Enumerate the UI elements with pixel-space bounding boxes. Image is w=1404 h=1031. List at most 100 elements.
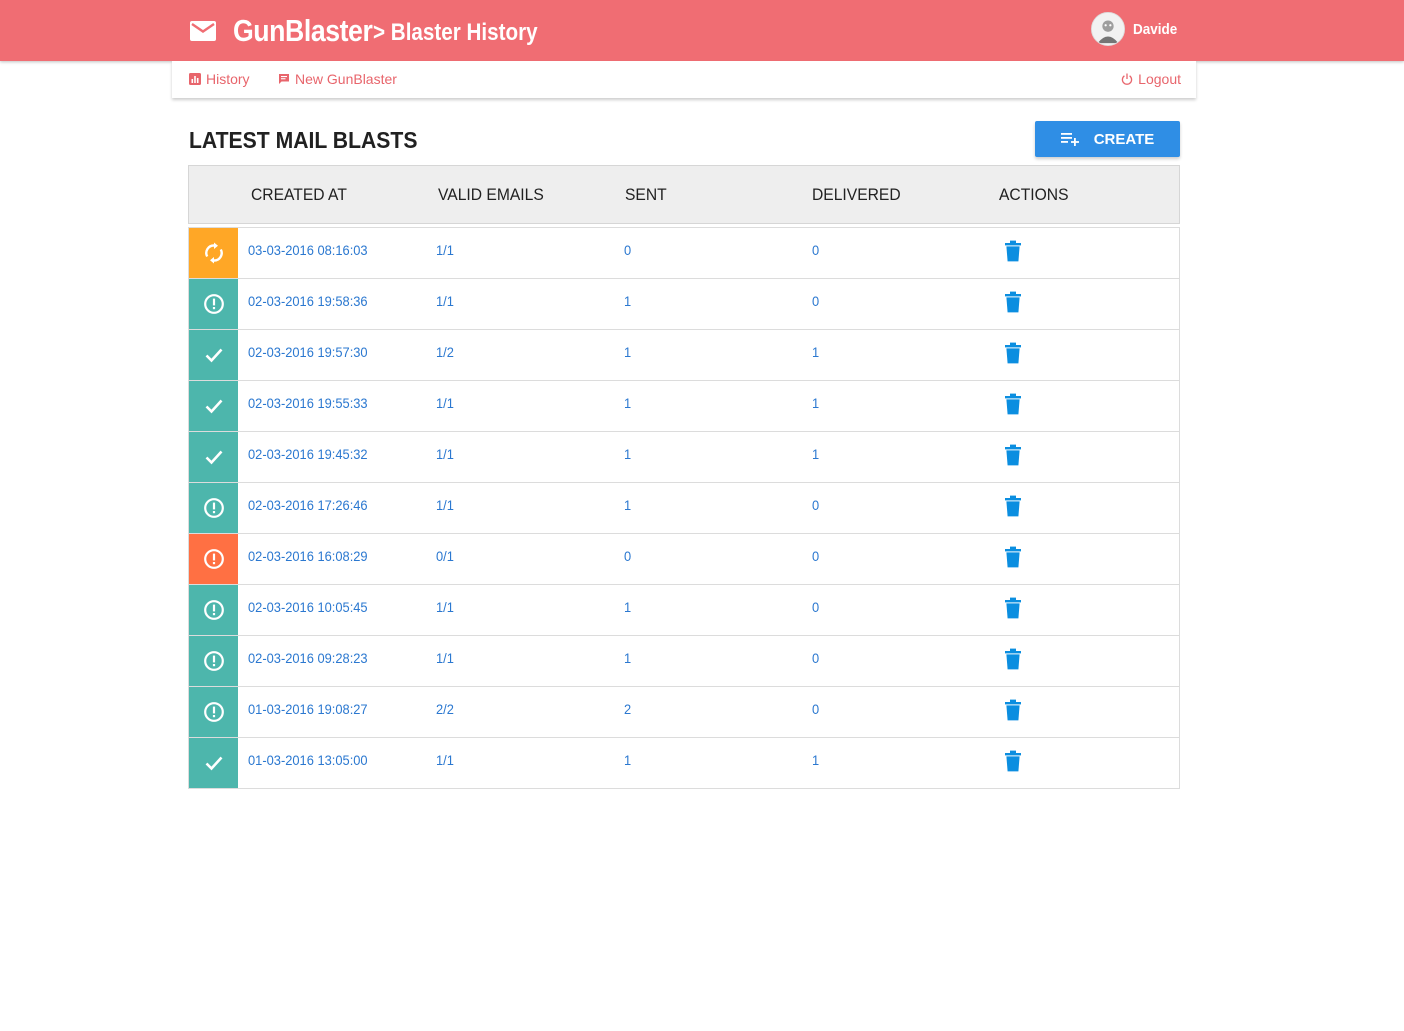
status-indicator — [189, 687, 238, 737]
delivered-cell[interactable]: 0 — [812, 636, 819, 686]
table-row[interactable]: 02-03-2016 16:08:29 0/1 0 0 — [189, 534, 1179, 585]
delete-button[interactable] — [1003, 750, 1023, 772]
delivered-cell[interactable]: 0 — [812, 228, 819, 278]
table-row[interactable]: 01-03-2016 13:05:00 1/1 1 1 — [189, 738, 1179, 789]
delete-button[interactable] — [1003, 342, 1023, 364]
logout-link[interactable]: Logout — [1121, 61, 1181, 97]
status-indicator — [189, 228, 238, 278]
table-row[interactable]: 02-03-2016 19:58:36 1/1 1 0 — [189, 279, 1179, 330]
alert-circle-icon — [203, 549, 224, 569]
check-icon — [205, 399, 222, 414]
sent-cell[interactable]: 1 — [624, 432, 631, 482]
status-indicator — [189, 381, 238, 431]
delivered-cell[interactable]: 1 — [812, 738, 819, 788]
valid-emails-cell[interactable]: 2/2 — [436, 687, 454, 737]
sent-cell[interactable]: 1 — [624, 585, 631, 635]
sent-cell[interactable]: 2 — [624, 687, 631, 737]
delivered-cell[interactable]: 1 — [812, 381, 819, 431]
alert-circle-icon — [203, 294, 224, 314]
trash-icon — [1005, 495, 1021, 517]
created-at-cell[interactable]: 02-03-2016 10:05:45 — [248, 585, 368, 635]
delete-button[interactable] — [1003, 597, 1023, 619]
created-at-cell[interactable]: 02-03-2016 19:57:30 — [248, 330, 368, 380]
brand[interactable]: GunBlaster > Blaster History — [190, 0, 565, 61]
power-icon — [1121, 73, 1133, 85]
table-header: CREATED AT VALID EMAILS SENT DELIVERED A… — [188, 165, 1180, 224]
trash-icon — [1005, 750, 1021, 772]
table-row[interactable]: 02-03-2016 19:55:33 1/1 1 1 — [189, 381, 1179, 432]
created-at-cell[interactable]: 01-03-2016 19:08:27 — [248, 687, 368, 737]
trash-icon — [1005, 240, 1021, 262]
nav-new-gunblaster-link[interactable]: New GunBlaster — [278, 61, 397, 97]
created-at-cell[interactable]: 01-03-2016 13:05:00 — [248, 738, 368, 788]
column-header-delivered[interactable]: DELIVERED — [812, 166, 901, 223]
status-indicator — [189, 738, 238, 788]
delete-button[interactable] — [1003, 699, 1023, 721]
create-button[interactable]: CREATE — [1035, 121, 1180, 157]
delete-button[interactable] — [1003, 648, 1023, 670]
delivered-cell[interactable]: 0 — [812, 534, 819, 584]
page-subtitle: > Blaster History — [373, 18, 538, 46]
nav-new-label: New GunBlaster — [295, 71, 397, 87]
delete-button[interactable] — [1003, 495, 1023, 517]
table-row[interactable]: 01-03-2016 19:08:27 2/2 2 0 — [189, 687, 1179, 738]
table-row[interactable]: 02-03-2016 09:28:23 1/1 1 0 — [189, 636, 1179, 687]
sent-cell[interactable]: 0 — [624, 228, 631, 278]
created-at-cell[interactable]: 02-03-2016 16:08:29 — [248, 534, 368, 584]
table-row[interactable]: 02-03-2016 17:26:46 1/1 1 0 — [189, 483, 1179, 534]
brand-name: GunBlaster — [233, 12, 373, 48]
sent-cell[interactable]: 1 — [624, 279, 631, 329]
valid-emails-cell[interactable]: 1/1 — [436, 432, 454, 482]
column-header-sent[interactable]: SENT — [625, 166, 667, 223]
table-row[interactable]: 03-03-2016 08:16:03 1/1 0 0 — [189, 228, 1179, 279]
valid-emails-cell[interactable]: 1/1 — [436, 738, 454, 788]
delivered-cell[interactable]: 0 — [812, 279, 819, 329]
delivered-cell[interactable]: 1 — [812, 330, 819, 380]
page-title: LATEST MAIL BLASTS — [189, 127, 418, 153]
trash-icon — [1005, 291, 1021, 313]
valid-emails-cell[interactable]: 1/1 — [436, 228, 454, 278]
check-icon — [205, 450, 222, 465]
sent-cell[interactable]: 1 — [624, 483, 631, 533]
created-at-cell[interactable]: 02-03-2016 19:45:32 — [248, 432, 368, 482]
valid-emails-cell[interactable]: 1/1 — [436, 585, 454, 635]
delete-button[interactable] — [1003, 393, 1023, 415]
created-at-cell[interactable]: 02-03-2016 17:26:46 — [248, 483, 368, 533]
trash-icon — [1005, 648, 1021, 670]
sent-cell[interactable]: 1 — [624, 330, 631, 380]
sent-cell[interactable]: 1 — [624, 636, 631, 686]
column-header-valid-emails[interactable]: VALID EMAILS — [438, 166, 544, 223]
valid-emails-cell[interactable]: 1/1 — [436, 279, 454, 329]
delivered-cell[interactable]: 0 — [812, 483, 819, 533]
status-indicator — [189, 330, 238, 380]
delete-button[interactable] — [1003, 240, 1023, 262]
valid-emails-cell[interactable]: 1/2 — [436, 330, 454, 380]
valid-emails-cell[interactable]: 1/1 — [436, 381, 454, 431]
status-indicator — [189, 534, 238, 584]
alert-circle-icon — [203, 600, 224, 620]
created-at-cell[interactable]: 02-03-2016 19:58:36 — [248, 279, 368, 329]
valid-emails-cell[interactable]: 1/1 — [436, 636, 454, 686]
valid-emails-cell[interactable]: 0/1 — [436, 534, 454, 584]
user-menu[interactable]: Davide — [1090, 12, 1182, 46]
sent-cell[interactable]: 1 — [624, 381, 631, 431]
delivered-cell[interactable]: 0 — [812, 687, 819, 737]
sent-cell[interactable]: 0 — [624, 534, 631, 584]
column-header-created-at[interactable]: CREATED AT — [251, 166, 347, 223]
check-icon — [205, 348, 222, 363]
delivered-cell[interactable]: 1 — [812, 432, 819, 482]
delete-button[interactable] — [1003, 546, 1023, 568]
sent-cell[interactable]: 1 — [624, 738, 631, 788]
delete-button[interactable] — [1003, 444, 1023, 466]
table-row[interactable]: 02-03-2016 19:45:32 1/1 1 1 — [189, 432, 1179, 483]
created-at-cell[interactable]: 02-03-2016 19:55:33 — [248, 381, 368, 431]
delivered-cell[interactable]: 0 — [812, 585, 819, 635]
table-row[interactable]: 02-03-2016 19:57:30 1/2 1 1 — [189, 330, 1179, 381]
table-row[interactable]: 02-03-2016 10:05:45 1/1 1 0 — [189, 585, 1179, 636]
nav-history-link[interactable]: History — [189, 61, 250, 97]
sync-icon — [204, 242, 223, 264]
valid-emails-cell[interactable]: 1/1 — [436, 483, 454, 533]
delete-button[interactable] — [1003, 291, 1023, 313]
created-at-cell[interactable]: 03-03-2016 08:16:03 — [248, 228, 368, 278]
created-at-cell[interactable]: 02-03-2016 09:28:23 — [248, 636, 368, 686]
